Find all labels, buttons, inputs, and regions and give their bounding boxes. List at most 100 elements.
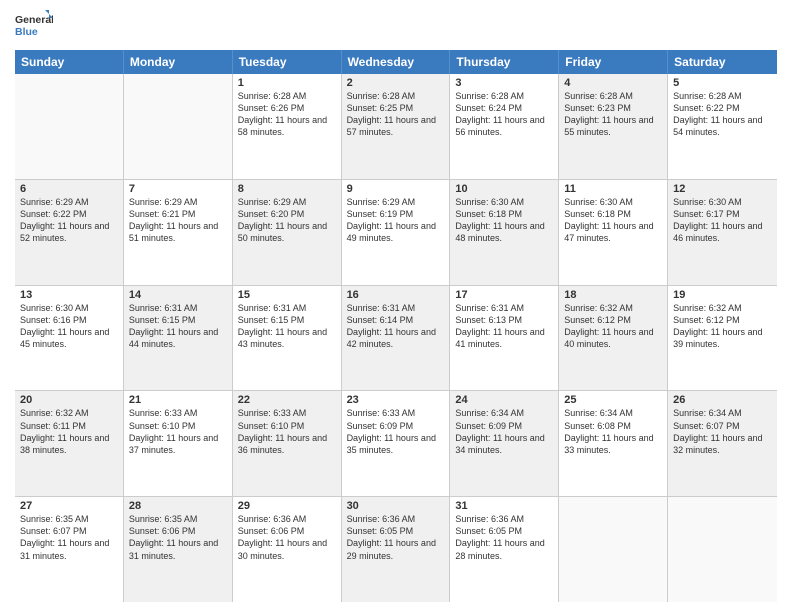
- day-number: 31: [455, 500, 553, 512]
- day-number: 25: [564, 394, 662, 406]
- cell-info: Sunrise: 6:32 AMSunset: 6:11 PMDaylight:…: [20, 407, 118, 456]
- calendar-cell: 29Sunrise: 6:36 AMSunset: 6:06 PMDayligh…: [233, 497, 342, 602]
- cell-info: Sunrise: 6:33 AMSunset: 6:09 PMDaylight:…: [347, 407, 445, 456]
- page: General Blue SundayMondayTuesdayWednesda…: [0, 0, 792, 612]
- calendar-cell: 7Sunrise: 6:29 AMSunset: 6:21 PMDaylight…: [124, 180, 233, 285]
- cell-info: Sunrise: 6:34 AMSunset: 6:08 PMDaylight:…: [564, 407, 662, 456]
- calendar-cell: 24Sunrise: 6:34 AMSunset: 6:09 PMDayligh…: [450, 391, 559, 496]
- calendar-cell: 9Sunrise: 6:29 AMSunset: 6:19 PMDaylight…: [342, 180, 451, 285]
- calendar-cell: 19Sunrise: 6:32 AMSunset: 6:12 PMDayligh…: [668, 286, 777, 391]
- calendar-header: SundayMondayTuesdayWednesdayThursdayFrid…: [15, 50, 777, 74]
- calendar-row-4: 27Sunrise: 6:35 AMSunset: 6:07 PMDayligh…: [15, 497, 777, 602]
- calendar-cell: [124, 74, 233, 179]
- cell-info: Sunrise: 6:34 AMSunset: 6:07 PMDaylight:…: [673, 407, 772, 456]
- calendar-row-0: 1Sunrise: 6:28 AMSunset: 6:26 PMDaylight…: [15, 74, 777, 180]
- cell-info: Sunrise: 6:33 AMSunset: 6:10 PMDaylight:…: [238, 407, 336, 456]
- cell-info: Sunrise: 6:28 AMSunset: 6:23 PMDaylight:…: [564, 90, 662, 139]
- calendar-cell: 20Sunrise: 6:32 AMSunset: 6:11 PMDayligh…: [15, 391, 124, 496]
- cell-info: Sunrise: 6:29 AMSunset: 6:22 PMDaylight:…: [20, 196, 118, 245]
- cell-info: Sunrise: 6:28 AMSunset: 6:22 PMDaylight:…: [673, 90, 772, 139]
- day-number: 26: [673, 394, 772, 406]
- calendar-cell: 12Sunrise: 6:30 AMSunset: 6:17 PMDayligh…: [668, 180, 777, 285]
- day-number: 21: [129, 394, 227, 406]
- day-number: 5: [673, 77, 772, 89]
- cell-info: Sunrise: 6:28 AMSunset: 6:25 PMDaylight:…: [347, 90, 445, 139]
- day-number: 9: [347, 183, 445, 195]
- day-number: 1: [238, 77, 336, 89]
- header-day-wednesday: Wednesday: [342, 50, 451, 74]
- calendar-cell: 13Sunrise: 6:30 AMSunset: 6:16 PMDayligh…: [15, 286, 124, 391]
- day-number: 15: [238, 289, 336, 301]
- calendar-cell: 8Sunrise: 6:29 AMSunset: 6:20 PMDaylight…: [233, 180, 342, 285]
- calendar-cell: 15Sunrise: 6:31 AMSunset: 6:15 PMDayligh…: [233, 286, 342, 391]
- calendar-cell: [668, 497, 777, 602]
- day-number: 16: [347, 289, 445, 301]
- header-day-monday: Monday: [124, 50, 233, 74]
- calendar-cell: 1Sunrise: 6:28 AMSunset: 6:26 PMDaylight…: [233, 74, 342, 179]
- day-number: 13: [20, 289, 118, 301]
- calendar-cell: 31Sunrise: 6:36 AMSunset: 6:05 PMDayligh…: [450, 497, 559, 602]
- cell-info: Sunrise: 6:35 AMSunset: 6:06 PMDaylight:…: [129, 513, 227, 562]
- calendar-cell: 3Sunrise: 6:28 AMSunset: 6:24 PMDaylight…: [450, 74, 559, 179]
- calendar-cell: 30Sunrise: 6:36 AMSunset: 6:05 PMDayligh…: [342, 497, 451, 602]
- day-number: 24: [455, 394, 553, 406]
- calendar-cell: 18Sunrise: 6:32 AMSunset: 6:12 PMDayligh…: [559, 286, 668, 391]
- calendar-cell: 16Sunrise: 6:31 AMSunset: 6:14 PMDayligh…: [342, 286, 451, 391]
- calendar-cell: 17Sunrise: 6:31 AMSunset: 6:13 PMDayligh…: [450, 286, 559, 391]
- header-day-thursday: Thursday: [450, 50, 559, 74]
- calendar-row-3: 20Sunrise: 6:32 AMSunset: 6:11 PMDayligh…: [15, 391, 777, 497]
- day-number: 4: [564, 77, 662, 89]
- day-number: 22: [238, 394, 336, 406]
- day-number: 27: [20, 500, 118, 512]
- cell-info: Sunrise: 6:32 AMSunset: 6:12 PMDaylight:…: [673, 302, 772, 351]
- header: General Blue: [15, 10, 777, 42]
- day-number: 10: [455, 183, 553, 195]
- day-number: 18: [564, 289, 662, 301]
- header-day-saturday: Saturday: [668, 50, 777, 74]
- calendar-cell: 2Sunrise: 6:28 AMSunset: 6:25 PMDaylight…: [342, 74, 451, 179]
- calendar-cell: 10Sunrise: 6:30 AMSunset: 6:18 PMDayligh…: [450, 180, 559, 285]
- cell-info: Sunrise: 6:30 AMSunset: 6:17 PMDaylight:…: [673, 196, 772, 245]
- cell-info: Sunrise: 6:28 AMSunset: 6:24 PMDaylight:…: [455, 90, 553, 139]
- svg-text:Blue: Blue: [15, 26, 38, 38]
- day-number: 19: [673, 289, 772, 301]
- calendar-cell: 26Sunrise: 6:34 AMSunset: 6:07 PMDayligh…: [668, 391, 777, 496]
- header-day-sunday: Sunday: [15, 50, 124, 74]
- day-number: 28: [129, 500, 227, 512]
- cell-info: Sunrise: 6:31 AMSunset: 6:13 PMDaylight:…: [455, 302, 553, 351]
- header-day-tuesday: Tuesday: [233, 50, 342, 74]
- cell-info: Sunrise: 6:36 AMSunset: 6:05 PMDaylight:…: [455, 513, 553, 562]
- cell-info: Sunrise: 6:36 AMSunset: 6:06 PMDaylight:…: [238, 513, 336, 562]
- calendar-cell: 14Sunrise: 6:31 AMSunset: 6:15 PMDayligh…: [124, 286, 233, 391]
- day-number: 29: [238, 500, 336, 512]
- logo-svg: General Blue: [15, 10, 53, 42]
- calendar-cell: 25Sunrise: 6:34 AMSunset: 6:08 PMDayligh…: [559, 391, 668, 496]
- day-number: 7: [129, 183, 227, 195]
- calendar-row-1: 6Sunrise: 6:29 AMSunset: 6:22 PMDaylight…: [15, 180, 777, 286]
- day-number: 2: [347, 77, 445, 89]
- cell-info: Sunrise: 6:33 AMSunset: 6:10 PMDaylight:…: [129, 407, 227, 456]
- cell-info: Sunrise: 6:31 AMSunset: 6:15 PMDaylight:…: [238, 302, 336, 351]
- day-number: 17: [455, 289, 553, 301]
- calendar-cell: 28Sunrise: 6:35 AMSunset: 6:06 PMDayligh…: [124, 497, 233, 602]
- calendar-cell: 4Sunrise: 6:28 AMSunset: 6:23 PMDaylight…: [559, 74, 668, 179]
- day-number: 14: [129, 289, 227, 301]
- cell-info: Sunrise: 6:31 AMSunset: 6:14 PMDaylight:…: [347, 302, 445, 351]
- cell-info: Sunrise: 6:29 AMSunset: 6:21 PMDaylight:…: [129, 196, 227, 245]
- calendar-cell: [15, 74, 124, 179]
- calendar-cell: [559, 497, 668, 602]
- calendar-cell: 22Sunrise: 6:33 AMSunset: 6:10 PMDayligh…: [233, 391, 342, 496]
- calendar-cell: 6Sunrise: 6:29 AMSunset: 6:22 PMDaylight…: [15, 180, 124, 285]
- day-number: 23: [347, 394, 445, 406]
- calendar-cell: 23Sunrise: 6:33 AMSunset: 6:09 PMDayligh…: [342, 391, 451, 496]
- day-number: 30: [347, 500, 445, 512]
- svg-text:General: General: [15, 14, 53, 26]
- day-number: 11: [564, 183, 662, 195]
- cell-info: Sunrise: 6:30 AMSunset: 6:18 PMDaylight:…: [455, 196, 553, 245]
- calendar-cell: 5Sunrise: 6:28 AMSunset: 6:22 PMDaylight…: [668, 74, 777, 179]
- cell-info: Sunrise: 6:29 AMSunset: 6:20 PMDaylight:…: [238, 196, 336, 245]
- cell-info: Sunrise: 6:29 AMSunset: 6:19 PMDaylight:…: [347, 196, 445, 245]
- logo: General Blue: [15, 10, 53, 42]
- day-number: 12: [673, 183, 772, 195]
- cell-info: Sunrise: 6:35 AMSunset: 6:07 PMDaylight:…: [20, 513, 118, 562]
